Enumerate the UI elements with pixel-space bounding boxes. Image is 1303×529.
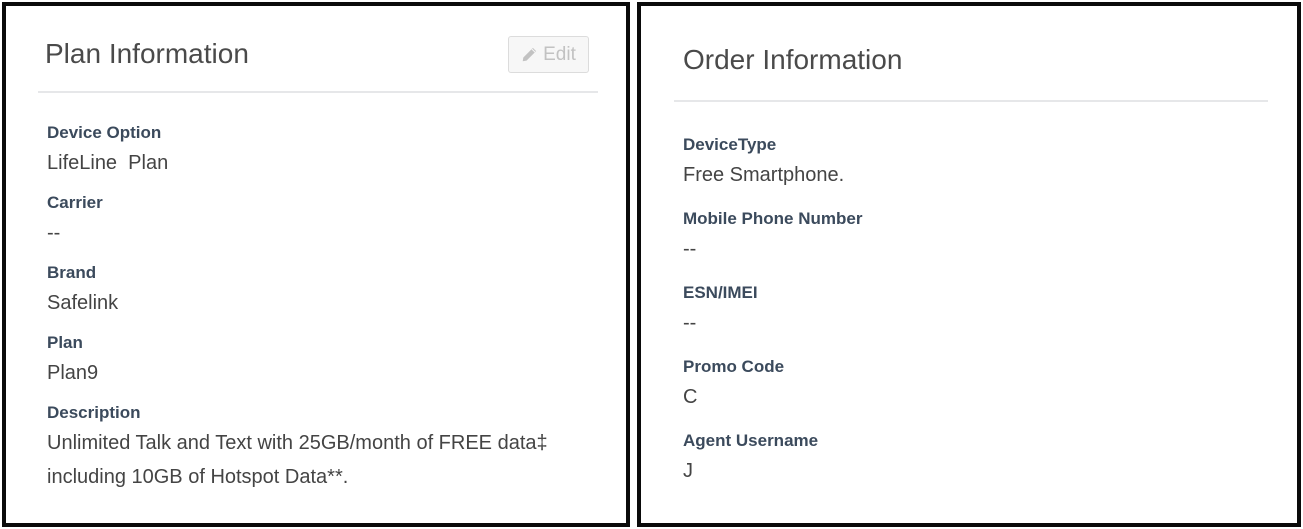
field-description: Description Unlimited Talk and Text with…	[47, 403, 607, 494]
plan-information-panel: Plan Information Edit Device Option Life…	[2, 2, 630, 527]
brand-label: Brand	[47, 263, 97, 282]
esn-imei-value: --	[683, 312, 697, 334]
plan-value: Plan9	[47, 362, 99, 384]
field-carrier: Carrier --	[47, 193, 607, 250]
plan-label: Plan	[47, 333, 83, 352]
field-brand: Brand Safelink	[47, 263, 607, 320]
carrier-value: --	[47, 222, 61, 244]
agent-username-value: J	[683, 460, 693, 482]
agent-username-label: Agent Username	[683, 431, 819, 450]
mobile-phone-number-value: --	[683, 238, 697, 260]
description-label: Description	[47, 403, 141, 422]
device-option-label: Device Option	[47, 123, 162, 142]
mobile-phone-number-label: Mobile Phone Number	[683, 209, 863, 228]
esn-imei-label: ESN/IMEI	[683, 283, 758, 302]
edit-button-label: Edit	[543, 43, 576, 65]
field-device-type: DeviceType Free Smartphone.	[683, 135, 1243, 192]
order-information-title: Order Information	[683, 44, 903, 75]
promo-code-value: C	[683, 386, 698, 408]
field-promo-code: Promo Code C	[683, 357, 1243, 414]
device-type-value: Free Smartphone.	[683, 164, 845, 186]
field-mobile-phone-number: Mobile Phone Number --	[683, 209, 1243, 266]
edit-button[interactable]: Edit	[508, 36, 589, 73]
device-type-label: DeviceType	[683, 135, 777, 154]
plan-information-divider	[38, 91, 598, 93]
field-agent-username: Agent Username J	[683, 431, 1243, 488]
order-information-panel: Order Information DeviceType Free Smartp…	[637, 2, 1301, 527]
plan-information-title: Plan Information	[45, 38, 249, 69]
field-esn-imei: ESN/IMEI --	[683, 283, 1243, 340]
device-option-value: LifeLine Plan	[47, 152, 169, 174]
field-plan: Plan Plan9	[47, 333, 607, 390]
promo-code-label: Promo Code	[683, 357, 785, 376]
carrier-label: Carrier	[47, 193, 103, 212]
brand-value: Safelink	[47, 292, 119, 314]
description-value: Unlimited Talk and Text with 25GB/month …	[47, 432, 548, 488]
order-information-divider	[674, 100, 1268, 102]
field-device-option: Device Option LifeLine Plan	[47, 123, 607, 180]
pencil-icon	[522, 47, 537, 62]
